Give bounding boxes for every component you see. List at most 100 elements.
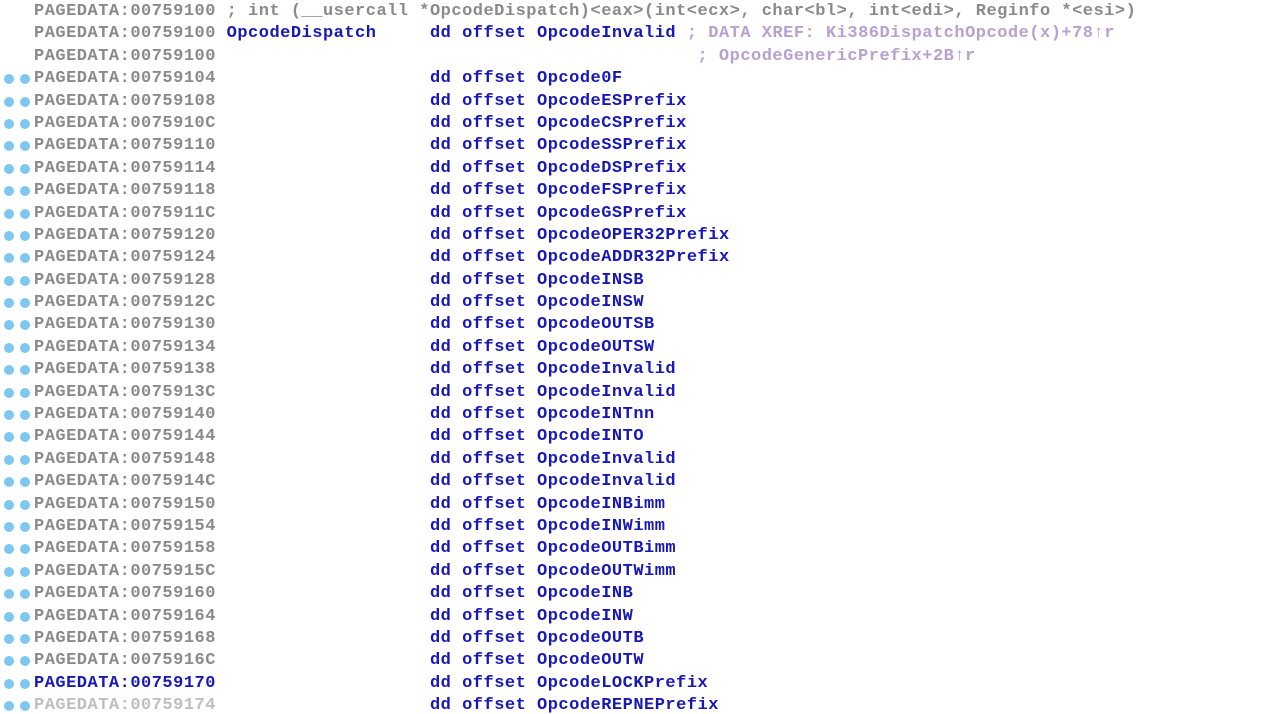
address[interactable]: PAGEDATA:00759170 <box>34 674 227 693</box>
opcode-symbol[interactable]: OpcodeINTO <box>537 427 644 446</box>
breakpoint-dot-icon[interactable] <box>4 544 14 554</box>
address[interactable]: PAGEDATA:00759150 <box>34 495 227 514</box>
opcode-symbol[interactable]: OpcodeINSB <box>537 271 644 290</box>
listing-row[interactable]: PAGEDATA:00759168 dd offset OpcodeOUTB <box>0 628 1285 650</box>
listing-row[interactable]: PAGEDATA:00759138 dd offset OpcodeInvali… <box>0 359 1285 381</box>
opcode-symbol[interactable]: OpcodeInvalid <box>537 450 676 469</box>
trace-dot-icon[interactable] <box>20 656 30 666</box>
gutter[interactable] <box>0 404 34 426</box>
listing-row[interactable]: PAGEDATA:00759158 dd offset OpcodeOUTBim… <box>0 538 1285 560</box>
listing-row[interactable]: PAGEDATA:0075914C dd offset OpcodeInvali… <box>0 471 1285 493</box>
address[interactable]: PAGEDATA:00759154 <box>34 517 227 536</box>
breakpoint-dot-icon[interactable] <box>4 634 14 644</box>
trace-dot-icon[interactable] <box>20 276 30 286</box>
trace-dot-icon[interactable] <box>20 388 30 398</box>
gutter[interactable] <box>0 426 34 448</box>
gutter[interactable] <box>0 471 34 493</box>
listing-row[interactable]: PAGEDATA:00759100 OpcodeDispatch dd offs… <box>0 23 1285 45</box>
address[interactable]: PAGEDATA:00759110 <box>34 136 227 155</box>
address[interactable]: PAGEDATA:0075915C <box>34 562 227 581</box>
address[interactable]: PAGEDATA:00759144 <box>34 427 227 446</box>
address[interactable]: PAGEDATA:00759148 <box>34 450 227 469</box>
trace-dot-icon[interactable] <box>20 679 30 689</box>
address[interactable]: PAGEDATA:00759174 <box>34 696 227 714</box>
listing-row[interactable]: PAGEDATA:00759144 dd offset OpcodeINTO <box>0 426 1285 448</box>
breakpoint-dot-icon[interactable] <box>4 567 14 577</box>
opcode-symbol[interactable]: OpcodeINTnn <box>537 405 655 424</box>
breakpoint-dot-icon[interactable] <box>4 74 14 84</box>
address[interactable]: PAGEDATA:0075916C <box>34 651 227 670</box>
gutter[interactable] <box>0 628 34 650</box>
gutter[interactable] <box>0 225 34 247</box>
breakpoint-dot-icon[interactable] <box>4 119 14 129</box>
listing-row[interactable]: PAGEDATA:0075911C dd offset OpcodeGSPref… <box>0 203 1285 225</box>
listing-row[interactable]: PAGEDATA:00759130 dd offset OpcodeOUTSB <box>0 314 1285 336</box>
opcode-symbol[interactable]: OpcodeOUTW <box>537 651 644 670</box>
gutter[interactable] <box>0 158 34 180</box>
listing-row[interactable]: PAGEDATA:0075910C dd offset OpcodeCSPref… <box>0 113 1285 135</box>
breakpoint-dot-icon[interactable] <box>4 209 14 219</box>
listing-row[interactable]: PAGEDATA:00759114 dd offset OpcodeDSPref… <box>0 158 1285 180</box>
address[interactable]: PAGEDATA:00759114 <box>34 159 227 178</box>
breakpoint-dot-icon[interactable] <box>4 410 14 420</box>
opcode-symbol[interactable]: OpcodeCSPrefix <box>537 114 687 133</box>
trace-dot-icon[interactable] <box>20 343 30 353</box>
address[interactable]: PAGEDATA:00759120 <box>34 226 227 245</box>
address[interactable]: PAGEDATA:0075910C <box>34 114 227 133</box>
listing-row[interactable]: PAGEDATA:0075912C dd offset OpcodeINSW <box>0 292 1285 314</box>
gutter[interactable] <box>0 561 34 583</box>
address[interactable]: PAGEDATA:0075914C <box>34 472 227 491</box>
gutter[interactable] <box>0 180 34 202</box>
opcode-symbol[interactable]: OpcodeESPrefix <box>537 92 687 111</box>
opcode-symbol[interactable]: OpcodeInvalid <box>537 472 676 491</box>
trace-dot-icon[interactable] <box>20 209 30 219</box>
opcode-symbol[interactable]: OpcodeREPNEPrefix <box>537 696 719 714</box>
gutter[interactable] <box>0 650 34 672</box>
opcode-symbol[interactable]: OpcodeINB <box>537 584 633 603</box>
gutter[interactable] <box>0 135 34 157</box>
address[interactable]: PAGEDATA:00759100 <box>34 47 227 66</box>
opcode-symbol[interactable]: OpcodeADDR32Prefix <box>537 248 730 267</box>
breakpoint-dot-icon[interactable] <box>4 298 14 308</box>
listing-row[interactable]: PAGEDATA:00759160 dd offset OpcodeINB <box>0 583 1285 605</box>
listing-row[interactable]: PAGEDATA:00759170 dd offset OpcodeLOCKPr… <box>0 673 1285 695</box>
breakpoint-dot-icon[interactable] <box>4 679 14 689</box>
address[interactable]: PAGEDATA:00759108 <box>34 92 227 111</box>
opcode-symbol[interactable]: OpcodeINWimm <box>537 517 665 536</box>
breakpoint-dot-icon[interactable] <box>4 432 14 442</box>
address[interactable]: PAGEDATA:00759134 <box>34 338 227 357</box>
listing-row[interactable]: PAGEDATA:00759100 ; int (__usercall *Opc… <box>0 1 1285 23</box>
trace-dot-icon[interactable] <box>20 365 30 375</box>
breakpoint-dot-icon[interactable] <box>4 388 14 398</box>
opcode-symbol[interactable]: OpcodeOUTBimm <box>537 539 676 558</box>
breakpoint-dot-icon[interactable] <box>4 231 14 241</box>
listing-row[interactable]: PAGEDATA:00759134 dd offset OpcodeOUTSW <box>0 337 1285 359</box>
breakpoint-dot-icon[interactable] <box>4 186 14 196</box>
breakpoint-dot-icon[interactable] <box>4 477 14 487</box>
opcode-symbol[interactable]: OpcodeOUTSW <box>537 338 655 357</box>
opcode-symbol[interactable]: Opcode0F <box>537 69 623 88</box>
gutter[interactable] <box>0 673 34 695</box>
gutter[interactable] <box>0 583 34 605</box>
listing-row[interactable]: PAGEDATA:00759118 dd offset OpcodeFSPref… <box>0 180 1285 202</box>
trace-dot-icon[interactable] <box>20 320 30 330</box>
breakpoint-dot-icon[interactable] <box>4 141 14 151</box>
breakpoint-dot-icon[interactable] <box>4 522 14 532</box>
listing-row[interactable]: PAGEDATA:0075913C dd offset OpcodeInvali… <box>0 382 1285 404</box>
trace-dot-icon[interactable] <box>20 141 30 151</box>
breakpoint-dot-icon[interactable] <box>4 701 14 711</box>
trace-dot-icon[interactable] <box>20 567 30 577</box>
trace-dot-icon[interactable] <box>20 119 30 129</box>
gutter[interactable] <box>0 68 34 90</box>
gutter[interactable] <box>0 606 34 628</box>
gutter[interactable] <box>0 23 34 45</box>
trace-dot-icon[interactable] <box>20 455 30 465</box>
address[interactable]: PAGEDATA:0075911C <box>34 204 227 223</box>
listing-row[interactable]: PAGEDATA:00759128 dd offset OpcodeINSB <box>0 270 1285 292</box>
gutter[interactable] <box>0 270 34 292</box>
trace-dot-icon[interactable] <box>20 410 30 420</box>
listing-row[interactable]: PAGEDATA:00759120 dd offset OpcodeOPER32… <box>0 225 1285 247</box>
opcode-symbol[interactable]: OpcodeInvalid <box>537 360 676 379</box>
breakpoint-dot-icon[interactable] <box>4 455 14 465</box>
breakpoint-dot-icon[interactable] <box>4 253 14 263</box>
